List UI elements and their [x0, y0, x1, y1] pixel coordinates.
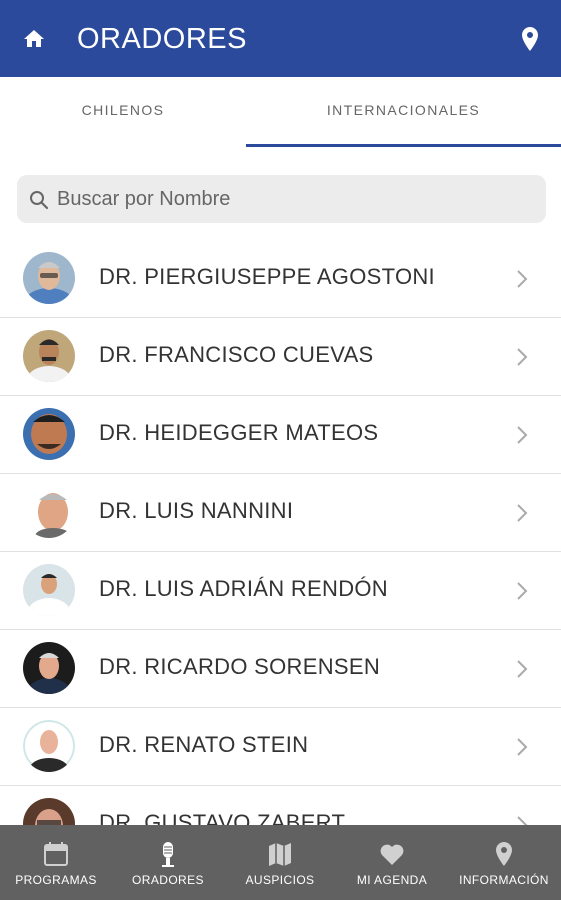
app-bar: ORADORES — [0, 0, 561, 77]
nav-informacion[interactable]: INFORMACIÓN — [448, 825, 560, 900]
map-icon — [269, 843, 291, 866]
speaker-row[interactable]: DR. GUSTAVO ZABERT — [0, 786, 561, 825]
chevron-right-icon — [517, 582, 528, 600]
nav-oradores[interactable]: ORADORES — [112, 825, 224, 900]
avatar — [23, 720, 75, 772]
heart-icon — [380, 844, 404, 865]
speaker-name: DR. RENATO STEIN — [99, 732, 309, 757]
tab-indicator — [246, 144, 561, 147]
search-icon — [30, 191, 49, 210]
bottom-navigation: PROGRAMAS ORADORES AUSPICIOS MI AGENDA I… — [0, 825, 561, 900]
avatar — [23, 330, 75, 382]
nav-label: MI AGENDA — [356, 873, 428, 887]
chevron-right-icon — [517, 738, 528, 756]
map-pin-icon[interactable] — [518, 26, 542, 52]
tab-chilenos[interactable]: CHILENOS — [0, 77, 246, 147]
chevron-right-icon — [517, 660, 528, 678]
speaker-row[interactable]: DR. RICARDO SORENSEN — [0, 630, 561, 708]
speaker-list: DR. PIERGIUSEPPE AGOSTONI DR. FRANCISCO … — [0, 240, 561, 825]
speaker-name: DR. RICARDO SORENSEN — [99, 654, 381, 679]
nav-label: AUSPICIOS — [245, 873, 315, 887]
speaker-row[interactable]: DR. FRANCISCO CUEVAS — [0, 318, 561, 396]
avatar — [23, 642, 75, 694]
search-input[interactable] — [57, 175, 537, 223]
speaker-row[interactable]: DR. PIERGIUSEPPE AGOSTONI — [0, 240, 561, 318]
search-bar — [17, 175, 546, 223]
home-icon[interactable] — [22, 27, 46, 51]
microphone-icon — [162, 842, 174, 867]
chevron-right-icon — [517, 270, 528, 288]
speaker-name: DR. FRANCISCO CUEVAS — [99, 342, 374, 367]
chevron-right-icon — [517, 348, 528, 366]
chevron-right-icon — [517, 816, 528, 825]
speaker-row[interactable]: DR. RENATO STEIN — [0, 708, 561, 786]
speaker-row[interactable]: DR. LUIS ADRIÁN RENDÓN — [0, 552, 561, 630]
speaker-name: DR. PIERGIUSEPPE AGOSTONI — [99, 264, 435, 289]
nav-label: PROGRAMAS — [15, 873, 97, 887]
chevron-right-icon — [517, 426, 528, 444]
nav-label: INFORMACIÓN — [459, 873, 549, 887]
avatar — [23, 798, 75, 825]
tab-bar: CHILENOS INTERNACIONALES — [0, 77, 561, 147]
calendar-icon — [44, 842, 68, 866]
speaker-name: DR. HEIDEGGER MATEOS — [99, 420, 379, 445]
speaker-name: DR. LUIS ADRIÁN RENDÓN — [99, 576, 388, 601]
page-title: ORADORES — [77, 23, 247, 55]
map-pin-icon — [496, 842, 512, 866]
avatar — [23, 486, 75, 538]
avatar — [23, 252, 75, 304]
speaker-row[interactable]: DR. LUIS NANNINI — [0, 474, 561, 552]
avatar — [23, 564, 75, 616]
nav-programas[interactable]: PROGRAMAS — [0, 825, 112, 900]
nav-mi-agenda[interactable]: MI AGENDA — [336, 825, 448, 900]
nav-label: ORADORES — [132, 873, 204, 887]
speaker-row[interactable]: DR. HEIDEGGER MATEOS — [0, 396, 561, 474]
tab-internacionales[interactable]: INTERNACIONALES — [246, 77, 561, 147]
speaker-name: DR. GUSTAVO ZABERT — [99, 810, 346, 825]
speaker-name: DR. LUIS NANNINI — [99, 498, 294, 523]
nav-auspicios[interactable]: AUSPICIOS — [224, 825, 336, 900]
chevron-right-icon — [517, 504, 528, 522]
avatar — [23, 408, 75, 460]
